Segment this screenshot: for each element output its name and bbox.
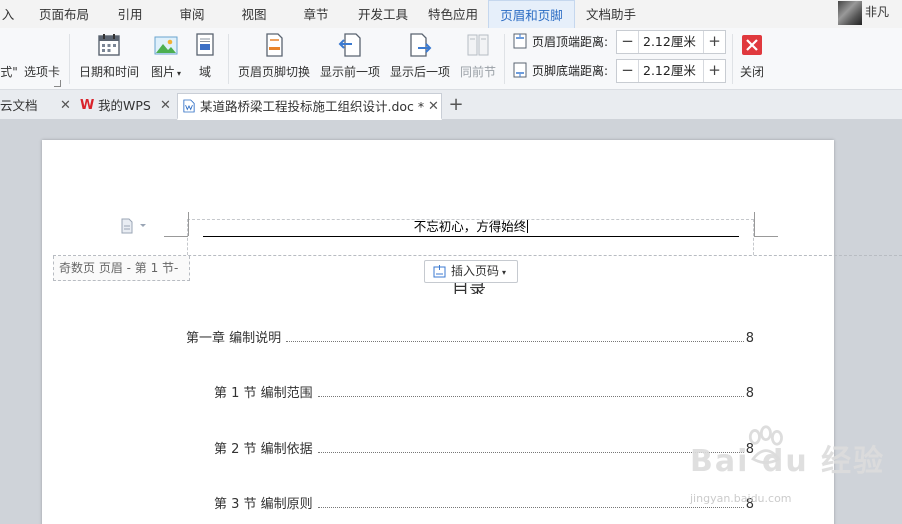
toc-leader	[318, 396, 744, 397]
header-top-distance-row: 页眉顶端距离: − 2.12厘米 +	[512, 30, 728, 54]
baidu-watermark: Bai du 经验 jingyan.baidu.com	[690, 425, 890, 520]
toc-entry[interactable]: 第 3 节 编制原则 8	[214, 495, 754, 515]
increment-button[interactable]: +	[703, 31, 725, 53]
margin-mark	[188, 212, 189, 236]
tab-doc-assistant[interactable]: 文档助手	[580, 0, 642, 28]
ribbon-separator	[69, 34, 70, 84]
show-next-button[interactable]: 显示后一项	[388, 28, 452, 90]
toc-entry[interactable]: 第 1 节 编制范围 8	[214, 384, 754, 404]
insert-page-number-button[interactable]: 插入页码 ▾	[424, 260, 518, 283]
header-footer-switch-icon	[266, 33, 283, 57]
chevron-down-icon: ▾	[502, 268, 507, 277]
wps-logo-icon: W	[80, 98, 95, 113]
switch-header-footer-button[interactable]: 页眉页脚切换	[236, 28, 312, 90]
show-next-icon	[410, 33, 432, 57]
footer-distance-icon	[513, 62, 527, 78]
tab-section[interactable]: 章节	[296, 0, 336, 28]
close-tab-icon[interactable]: ✕	[60, 93, 71, 119]
header-text[interactable]: 不忘初心，方得始终	[203, 218, 739, 236]
tab-view[interactable]: 视图	[234, 0, 274, 28]
tab-insert[interactable]: 入	[0, 0, 16, 28]
same-as-previous-button[interactable]: 同前节	[458, 28, 498, 90]
watermark-brand: Bai du 经验	[690, 444, 886, 479]
header-top-distance-label: 页眉顶端距离:	[532, 35, 609, 49]
close-icon	[742, 35, 762, 55]
header-underline	[203, 236, 739, 237]
ribbon-separator	[228, 34, 229, 84]
style-partial-button[interactable]: 式"	[0, 28, 18, 90]
tab-current-document[interactable]: 某道路桥梁工程投标施工组织设计.doc * ✕	[177, 93, 442, 120]
tab-my-wps[interactable]: W 我的WPS ✕	[78, 93, 174, 120]
tab-references[interactable]: 引用	[110, 0, 150, 28]
calendar-icon	[98, 34, 120, 56]
tab-developer[interactable]: 开发工具	[352, 0, 414, 28]
tab-page-layout[interactable]: 页面布局	[33, 0, 95, 28]
toc-entry[interactable]: 第 2 节 编制依据 8	[214, 440, 754, 460]
footer-bottom-distance-input[interactable]: 2.12厘米	[639, 60, 703, 82]
show-previous-button[interactable]: 显示前一项	[318, 28, 382, 90]
same-as-previous-icon	[467, 34, 489, 56]
increment-button[interactable]: +	[703, 60, 725, 82]
watermark-url: jingyan.baidu.com	[690, 492, 792, 505]
show-previous-icon	[338, 33, 361, 57]
toc-entry[interactable]: 第一章 编制说明 8	[186, 329, 754, 349]
decrement-button[interactable]: −	[617, 31, 639, 53]
header-top-distance-stepper[interactable]: − 2.12厘米 +	[616, 30, 726, 54]
page-number-icon	[433, 265, 446, 278]
toc-leader	[286, 341, 744, 342]
datetime-button[interactable]: 日期和时间	[76, 28, 142, 90]
picture-icon	[154, 36, 178, 55]
ribbon-separator	[732, 34, 733, 84]
margin-mark	[754, 236, 778, 237]
menu-bar: 入 页面布局 引用 审阅 视图 章节 开发工具 特色应用 页眉和页脚 文档助手 …	[0, 0, 902, 29]
close-header-footer-button[interactable]: 关闭	[736, 28, 768, 90]
tab-header-footer[interactable]: 页眉和页脚	[488, 0, 575, 29]
dialog-launcher-icon[interactable]	[54, 80, 61, 87]
field-button[interactable]: 域	[190, 28, 220, 90]
footer-bottom-distance-stepper[interactable]: − 2.12厘米 +	[616, 59, 726, 83]
decrement-button[interactable]: −	[617, 60, 639, 82]
margin-mark	[164, 236, 188, 237]
picture-button[interactable]: 图片 ▾	[146, 28, 186, 90]
tab-review[interactable]: 审阅	[172, 0, 212, 28]
word-doc-icon	[183, 99, 195, 113]
close-tab-icon[interactable]: ✕	[428, 94, 439, 120]
close-tab-icon[interactable]: ✕	[160, 93, 171, 119]
ribbon-separator	[504, 34, 505, 84]
ribbon: 式" 选项卡 日期和时间 图片 ▾ 域 页眉页脚切换 显示前一项 显示后一项 同…	[0, 28, 902, 90]
toc-leader	[318, 452, 744, 453]
chevron-down-icon: ▾	[177, 69, 182, 78]
field-icon	[196, 33, 214, 56]
avatar[interactable]	[838, 1, 862, 25]
new-tab-button[interactable]: +	[447, 93, 465, 117]
header-options-icon[interactable]	[120, 218, 148, 234]
odd-page-header-label: 奇数页 页眉 - 第 1 节-	[53, 256, 190, 281]
tab-special-apps[interactable]: 特色应用	[422, 0, 484, 28]
toc-leader	[318, 507, 744, 508]
tab-cloud-docs[interactable]: 云文档 ✕	[0, 93, 76, 120]
username: 非凡	[865, 5, 890, 19]
header-top-distance-input[interactable]: 2.12厘米	[639, 31, 703, 53]
footer-bottom-distance-row: 页脚底端距离: − 2.12厘米 +	[512, 59, 728, 83]
header-distance-icon	[513, 33, 527, 49]
user-area[interactable]: 非凡	[832, 0, 902, 28]
text-cursor	[527, 220, 529, 233]
margin-mark	[754, 212, 755, 236]
footer-bottom-distance-label: 页脚底端距离:	[532, 64, 609, 78]
